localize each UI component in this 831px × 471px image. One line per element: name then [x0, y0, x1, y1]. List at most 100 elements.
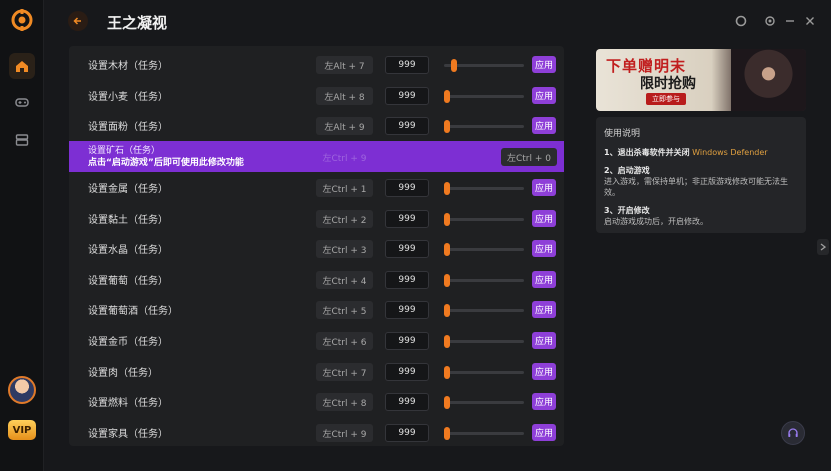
instruction-step-1: 1、退出杀毒软件并关闭 Windows Defender — [604, 147, 768, 158]
home-nav-button[interactable] — [9, 53, 35, 79]
slider-handle[interactable] — [444, 182, 450, 195]
apply-button[interactable]: 应用 — [532, 117, 556, 134]
value-slider[interactable] — [444, 396, 524, 409]
page-title: 王之凝视 — [107, 14, 168, 32]
close-button[interactable] — [803, 14, 817, 28]
step1-title: 1、退出杀毒软件并关闭 — [604, 148, 690, 157]
value-input[interactable]: 999 — [385, 301, 429, 319]
banner-tag: 立即参与 — [646, 93, 686, 105]
value-input[interactable]: 999 — [385, 240, 429, 258]
cheat-label: 设置黏土（任务） — [88, 215, 168, 226]
promo-banner[interactable]: 下单赠明末 限时抢购 立即参与 — [596, 49, 806, 111]
apply-button[interactable]: 应用 — [532, 210, 556, 227]
cheat-label: 设置燃料（任务） — [88, 398, 168, 409]
apply-button[interactable]: 应用 — [532, 363, 556, 380]
value-input[interactable]: 999 — [385, 210, 429, 228]
slider-handle[interactable] — [444, 427, 450, 440]
slider-handle[interactable] — [444, 274, 450, 287]
slider-handle[interactable] — [444, 366, 450, 379]
apply-button[interactable]: 应用 — [532, 301, 556, 318]
hotkey-button[interactable]: 左Ctrl + 3 — [316, 240, 373, 258]
value-input[interactable]: 999 — [385, 56, 429, 74]
notice-row[interactable]: 设置矿石（任务） 点击“启动游戏”后即可使用此修改功能 左Ctrl + 9 左C… — [69, 141, 564, 172]
vip-badge[interactable]: VIP — [8, 420, 36, 440]
value-slider[interactable] — [444, 304, 524, 317]
slider-handle[interactable] — [444, 335, 450, 348]
cheat-row: 设置木材（任务） 左Alt + 7 999 应用 — [69, 49, 564, 80]
value-input[interactable]: 999 — [385, 87, 429, 105]
user-avatar[interactable] — [8, 376, 36, 404]
storage-nav-button[interactable] — [9, 127, 35, 153]
hotkey-button[interactable]: 左Ctrl + 1 — [316, 179, 373, 197]
value-slider[interactable] — [444, 366, 524, 379]
hotkey-button[interactable]: 左Alt + 8 — [316, 87, 373, 105]
notice-hotkey[interactable]: 左Ctrl + 0 — [501, 148, 557, 166]
apply-button[interactable]: 应用 — [532, 424, 556, 441]
skin-button[interactable] — [734, 14, 748, 28]
banner-character-image — [731, 49, 806, 111]
apply-button[interactable]: 应用 — [532, 87, 556, 104]
value-input[interactable]: 999 — [385, 332, 429, 350]
instructions-title: 使用说明 — [604, 129, 641, 139]
slider-handle[interactable] — [444, 120, 450, 133]
hotkey-button[interactable]: 左Alt + 9 — [316, 117, 373, 135]
minimize-icon — [786, 20, 794, 22]
close-icon — [806, 17, 814, 25]
gear-icon — [765, 16, 775, 26]
cheat-row: 设置肉（任务） 左Ctrl + 7 999 应用 — [69, 356, 564, 387]
support-button[interactable] — [781, 421, 805, 445]
value-slider[interactable] — [444, 59, 524, 72]
hotkey-button[interactable]: 左Ctrl + 4 — [316, 271, 373, 289]
apply-button[interactable]: 应用 — [532, 179, 556, 196]
apply-button[interactable]: 应用 — [532, 271, 556, 288]
back-button[interactable] — [68, 11, 88, 31]
minimize-button[interactable] — [783, 14, 797, 28]
value-input[interactable]: 999 — [385, 117, 429, 135]
hotkey-button[interactable]: 左Ctrl + 6 — [316, 332, 373, 350]
app-logo-icon — [11, 9, 33, 31]
slider-handle[interactable] — [444, 243, 450, 256]
hotkey-button[interactable]: 左Ctrl + 9 — [316, 424, 373, 442]
apply-button[interactable]: 应用 — [532, 56, 556, 73]
expand-panel-button[interactable] — [817, 239, 829, 255]
value-input[interactable]: 999 — [385, 271, 429, 289]
value-slider[interactable] — [444, 182, 524, 195]
slider-handle[interactable] — [444, 396, 450, 409]
sidebar: VIP — [0, 0, 44, 471]
games-nav-button[interactable] — [9, 89, 35, 115]
settings-button[interactable] — [763, 14, 777, 28]
slider-handle[interactable] — [444, 213, 450, 226]
value-slider[interactable] — [444, 90, 524, 103]
hotkey-button[interactable]: 左Alt + 7 — [316, 56, 373, 74]
headset-icon — [788, 428, 798, 437]
value-slider[interactable] — [444, 243, 524, 256]
cheat-label: 设置肉（任务） — [88, 368, 158, 379]
step1-highlight: Windows Defender — [692, 148, 768, 157]
value-input[interactable]: 999 — [385, 363, 429, 381]
apply-button[interactable]: 应用 — [532, 240, 556, 257]
value-input[interactable]: 999 — [385, 179, 429, 197]
value-input[interactable]: 999 — [385, 424, 429, 442]
apply-button[interactable]: 应用 — [532, 332, 556, 349]
step3-body: 启动游戏成功后，开启修改。 — [604, 217, 708, 226]
value-slider[interactable] — [444, 120, 524, 133]
value-slider[interactable] — [444, 274, 524, 287]
value-slider[interactable] — [444, 335, 524, 348]
step2-body: 进入游戏，需保持单机；非正版游戏修改可能无法生效。 — [604, 177, 788, 197]
value-slider[interactable] — [444, 213, 524, 226]
slider-handle[interactable] — [444, 90, 450, 103]
value-input[interactable]: 999 — [385, 393, 429, 411]
notice-message: 点击“启动游戏”后即可使用此修改功能 — [88, 158, 244, 168]
apply-button[interactable]: 应用 — [532, 393, 556, 410]
slider-handle[interactable] — [444, 304, 450, 317]
hotkey-button[interactable]: 左Ctrl + 8 — [316, 393, 373, 411]
cheat-label: 设置小麦（任务） — [88, 92, 168, 103]
header: 王之凝视 — [44, 0, 831, 44]
hotkey-button[interactable]: 左Ctrl + 2 — [316, 210, 373, 228]
hotkey-button[interactable]: 左Ctrl + 5 — [316, 301, 373, 319]
value-slider[interactable] — [444, 427, 524, 440]
hotkey-button[interactable]: 左Ctrl + 7 — [316, 363, 373, 381]
banner-line2: 限时抢购 — [640, 76, 696, 92]
slider-handle[interactable] — [451, 59, 457, 72]
instruction-step-2: 2、启动游戏 进入游戏，需保持单机；非正版游戏修改可能无法生效。 — [604, 165, 800, 198]
